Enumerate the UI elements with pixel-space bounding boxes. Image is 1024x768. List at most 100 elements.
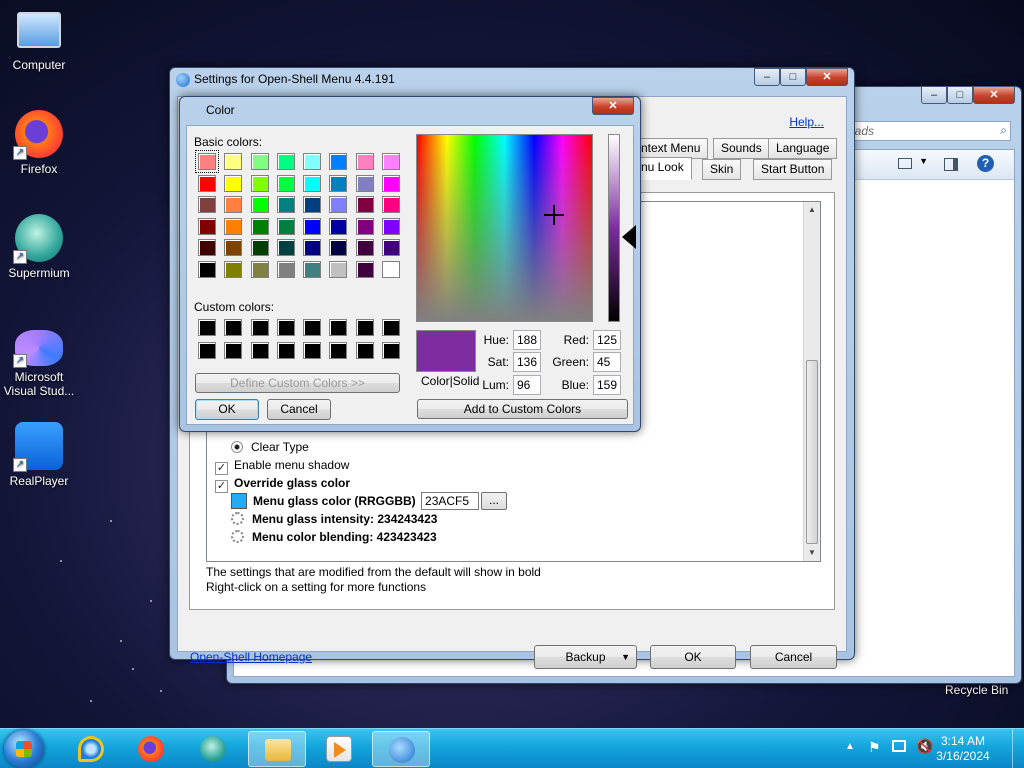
basic-color-swatch[interactable] [198, 260, 216, 278]
basic-color-swatch[interactable] [198, 174, 216, 192]
scrollbar-thumb[interactable] [806, 360, 818, 544]
desktop-icon-realplayer[interactable]: ↗ RealPlayer [0, 422, 78, 488]
menu-glass-color-option[interactable]: Menu glass color (RRGGBB) 23ACF5... [231, 492, 508, 510]
custom-color-swatch[interactable] [303, 319, 322, 336]
custom-color-swatch[interactable] [355, 342, 374, 359]
custom-color-swatch[interactable] [250, 319, 269, 336]
basic-color-swatch[interactable] [224, 153, 243, 170]
basic-color-swatch[interactable] [355, 260, 374, 278]
tray-show-hidden-icon[interactable]: ▲ [845, 741, 855, 752]
taskbar-supermium[interactable] [184, 731, 242, 767]
custom-color-swatch[interactable] [224, 319, 243, 336]
basic-color-swatch[interactable] [382, 196, 401, 214]
custom-color-swatch[interactable] [250, 342, 269, 359]
basic-color-swatch[interactable] [329, 217, 348, 235]
desktop-icon-supermium[interactable]: ↗ Supermium [0, 214, 78, 280]
basic-color-swatch[interactable] [355, 196, 374, 214]
help-icon[interactable]: ? [977, 155, 994, 172]
basic-color-swatch[interactable] [195, 150, 219, 173]
tab-sounds[interactable]: Sounds [713, 138, 770, 159]
taskbar-media-player[interactable] [310, 731, 368, 767]
basic-color-swatch[interactable] [303, 217, 322, 235]
custom-color-swatch[interactable] [382, 342, 401, 359]
basic-color-swatch[interactable] [276, 260, 295, 278]
custom-color-swatch[interactable] [329, 342, 348, 359]
basic-color-swatch[interactable] [329, 153, 348, 170]
color-spectrum[interactable] [416, 134, 593, 322]
basic-color-swatch[interactable] [382, 153, 401, 170]
settings-scrollbar[interactable]: ▲ ▼ [803, 202, 820, 561]
basic-color-swatch[interactable] [355, 174, 374, 192]
custom-color-swatch[interactable] [198, 342, 216, 359]
tab-menu-look[interactable]: nu Look [633, 157, 692, 180]
taskbar-explorer[interactable] [248, 731, 306, 767]
tab-skin[interactable]: Skin [702, 159, 742, 180]
explorer-search-input[interactable]: oads [841, 121, 1011, 141]
basic-color-swatch[interactable] [276, 196, 295, 214]
desktop-icon-firefox[interactable]: ↗ Firefox [0, 110, 78, 176]
luminosity-slider[interactable] [608, 134, 620, 322]
basic-color-swatch[interactable] [276, 153, 295, 170]
close-button[interactable]: ✕ [592, 97, 634, 115]
basic-color-swatch[interactable] [250, 196, 269, 214]
recycle-bin-label[interactable]: Recycle Bin [945, 683, 1008, 697]
maximize-button[interactable]: □ [780, 68, 806, 86]
red-input[interactable]: 125 [593, 330, 621, 350]
basic-color-swatch[interactable] [355, 217, 374, 235]
basic-color-swatch[interactable] [382, 174, 401, 192]
basic-color-swatch[interactable] [224, 217, 243, 235]
cancel-button[interactable]: Cancel [750, 645, 837, 669]
glass-color-browse-button[interactable]: ... [481, 492, 508, 510]
desktop-icon-visual-studio[interactable]: ↗ Microsoft Visual Stud... [0, 330, 78, 398]
clear-type-option[interactable]: Clear Type [231, 438, 309, 456]
custom-color-swatch[interactable] [382, 319, 401, 336]
basic-color-swatch[interactable] [250, 153, 269, 170]
network-icon[interactable] [892, 740, 906, 752]
basic-color-swatch[interactable] [303, 260, 322, 278]
open-shell-homepage-link[interactable]: Open-Shell Homepage [190, 650, 312, 664]
basic-color-swatch[interactable] [224, 174, 243, 192]
cancel-button[interactable]: Cancel [267, 399, 331, 420]
basic-color-swatch[interactable] [224, 260, 243, 278]
taskbar-firefox[interactable] [122, 731, 180, 767]
override-glass-color-option[interactable]: ✓ Override glass color [215, 474, 350, 493]
basic-color-swatch[interactable] [224, 196, 243, 214]
crosshair-icon[interactable] [544, 205, 564, 225]
basic-color-swatch[interactable] [198, 217, 216, 235]
basic-color-swatch[interactable] [198, 239, 216, 257]
basic-color-swatch[interactable] [303, 174, 322, 192]
basic-color-swatch[interactable] [329, 239, 348, 257]
settings-titlebar[interactable]: Settings for Open-Shell Menu 4.4.191 – □… [170, 68, 854, 94]
basic-color-swatch[interactable] [382, 239, 401, 257]
ok-button[interactable]: OK [650, 645, 736, 669]
basic-color-swatch[interactable] [250, 239, 269, 257]
action-center-flag-icon[interactable]: ⚑ [868, 739, 881, 756]
basic-color-swatch[interactable] [382, 260, 401, 278]
custom-color-swatch[interactable] [276, 319, 295, 336]
minimize-button[interactable]: – [921, 86, 947, 104]
add-to-custom-colors-button[interactable]: Add to Custom Colors [417, 399, 628, 419]
help-link[interactable]: Help... [789, 115, 824, 129]
basic-color-swatch[interactable] [329, 260, 348, 278]
backup-button[interactable]: Backup ▼ [534, 645, 637, 669]
define-custom-colors-button[interactable]: Define Custom Colors >> [195, 373, 400, 393]
color-dialog-titlebar[interactable]: Color ✕ [180, 97, 640, 123]
basic-color-swatch[interactable] [224, 239, 243, 257]
lum-input[interactable]: 96 [513, 375, 541, 395]
custom-color-swatch[interactable] [224, 342, 243, 359]
scroll-up-icon[interactable]: ▲ [804, 202, 820, 218]
taskbar-open-shell-settings[interactable] [372, 731, 430, 767]
basic-color-swatch[interactable] [303, 196, 322, 214]
show-desktop-button[interactable] [1012, 729, 1024, 768]
preview-pane-icon[interactable] [944, 158, 958, 171]
chevron-down-icon[interactable]: ▼ [919, 156, 928, 166]
custom-color-swatch[interactable] [329, 319, 348, 336]
sat-input[interactable]: 136 [513, 352, 541, 372]
start-button[interactable] [4, 730, 44, 768]
custom-color-swatch[interactable] [276, 342, 295, 359]
system-clock[interactable]: 3:14 AM 3/16/2024 [928, 734, 998, 764]
tab-context-menu[interactable]: ntext Menu [633, 138, 709, 159]
basic-color-swatch[interactable] [276, 174, 295, 192]
glass-color-input[interactable]: 23ACF5 [421, 492, 480, 510]
basic-color-swatch[interactable] [329, 196, 348, 214]
